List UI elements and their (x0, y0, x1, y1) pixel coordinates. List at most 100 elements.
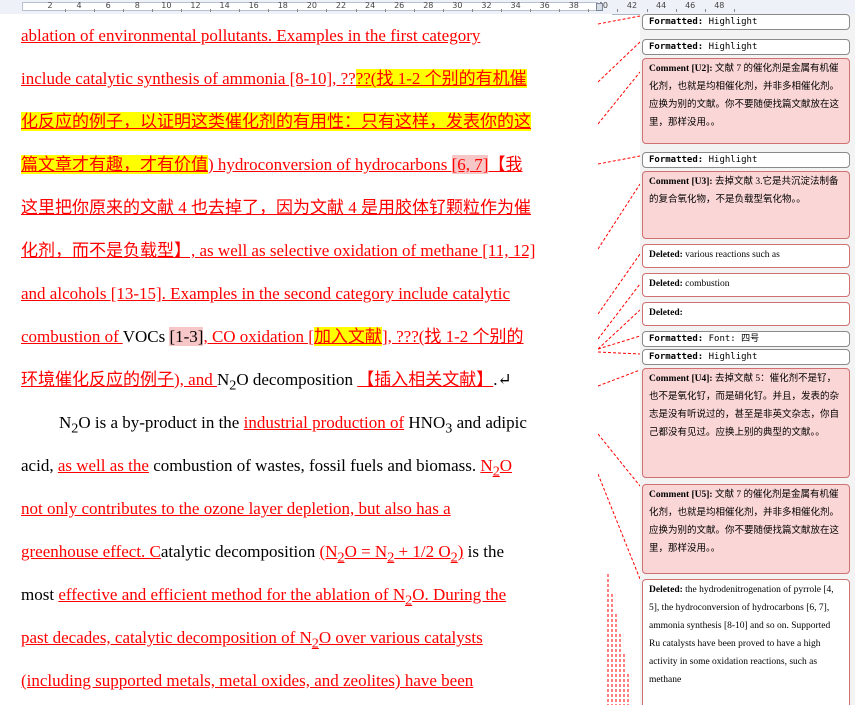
subscript: 2 (337, 549, 345, 566)
ruler-number: 14 (219, 1, 230, 10)
connector-line (598, 15, 640, 25)
inserted-text: as well as the (57, 456, 149, 475)
ruler-number: 32 (481, 1, 492, 10)
highlighted-text: 加入文献 (313, 327, 382, 346)
inserted-text: ) hydroconversion of hydrocarbons (208, 155, 452, 174)
ruler-number: 8 (134, 1, 140, 10)
ruler-number: 24 (365, 1, 376, 10)
ruler-tick (239, 9, 241, 12)
inserted-text: 【我 (488, 155, 523, 174)
subscript: 2 (311, 635, 319, 652)
document-line: and alcohols [13-15]. Examples in the se… (21, 272, 598, 315)
inserted-text: + 1/2 O (394, 542, 451, 561)
inserted-text: , CO oxidation [ (203, 327, 314, 346)
ruler-number: 10 (161, 1, 172, 10)
markup-connector-area (598, 15, 640, 705)
ruler-tick (64, 9, 66, 12)
ruler-tick (471, 9, 473, 12)
comment-balloon[interactable]: Comment [U3]: 去掉文献 3.它是共沉淀法制备的复合氧化物，不是负载… (642, 171, 850, 239)
original-text: N (216, 370, 230, 389)
document-line: include catalytic synthesis of ammonia [… (21, 57, 598, 100)
ruler-tick (122, 9, 124, 12)
markup-pane[interactable]: Formatted: Highlight Formatted: Highligh… (640, 14, 855, 705)
inserted-text: O. During the (412, 585, 507, 604)
inserted-text: O = N (344, 542, 388, 561)
connector-line (598, 155, 640, 165)
deletion-balloon[interactable]: Deleted: the hydrodenitrogenation of pyr… (642, 579, 850, 705)
ruler-tick (297, 9, 299, 12)
original-text: acid, (21, 456, 58, 475)
comment-anchor[interactable]: [6, 7] (451, 155, 489, 174)
inserted-text: and alcohols [13-15]. Examples in the se… (21, 284, 511, 303)
original-text: combustion of wastes, fossil fuels and b… (148, 456, 481, 475)
ruler-number: 46 (685, 1, 696, 10)
connector-line (598, 351, 640, 355)
inserted-text: O (499, 456, 513, 475)
document-line: combustion of VOCs [1-3], CO oxidation [… (21, 315, 598, 358)
highlighted-text: 化反应的例子，以证明这类催化剂的有用性：只有这样，发表你的这 (21, 112, 531, 131)
inserted-text: 环境催化反应的例子), and (21, 370, 217, 389)
original-text: N (59, 413, 72, 432)
original-text: and adipic (452, 413, 527, 432)
subscript: 2 (450, 549, 458, 566)
document-line: acid, as well as the combustion of waste… (21, 444, 598, 487)
formatting-balloon[interactable]: Formatted: Highlight (642, 152, 850, 168)
connector-line (598, 71, 640, 125)
original-text: atalytic decomposition (160, 542, 320, 561)
document-line: greenhouse effect. Catalytic decompositi… (21, 530, 598, 573)
formatting-balloon[interactable]: Formatted: Highlight (642, 14, 850, 30)
ruler-number: 36 (539, 1, 550, 10)
inserted-text: ], ???(找 1-2 个别的 (381, 327, 524, 346)
document-line: 篇文章才有趣，才有价值) hydroconversion of hydrocar… (21, 143, 598, 186)
document-line: 环境催化反应的例子), and N2O decomposition 【插入相关文… (21, 358, 598, 401)
ruler-number: 20 (306, 1, 317, 10)
formatting-balloon[interactable]: Formatted: Highlight (642, 349, 850, 365)
paragraph-end: .↵ (493, 370, 512, 389)
ruler-tick (180, 9, 182, 12)
ruler-number: 22 (335, 1, 347, 10)
document-line: 化剂，而不是负载型】, as well as selective oxidati… (21, 229, 598, 272)
ruler-tick (93, 9, 95, 12)
ruler-tick (413, 9, 415, 12)
right-indent-marker[interactable] (596, 3, 603, 11)
document-line: 这里把你原来的文献 4 也去掉了，因为文献 4 是用胶体钌颗粒作为催 (21, 186, 598, 229)
comment-balloon[interactable]: Comment [U2]: 文献 7 的催化剂是金属有机催化剂，也就是均相催化剂… (642, 58, 850, 144)
deletion-balloon[interactable]: Deleted: (642, 302, 850, 326)
comment-balloon[interactable]: Comment [U4]: 去掉文献 5：催化剂不是钌，也不是氧化钌，而是硝化钌… (642, 368, 850, 478)
ruler-tick (442, 9, 444, 12)
document-body[interactable]: ablation of environmental pollutants. Ex… (21, 14, 598, 702)
ruler-number: 48 (714, 1, 725, 10)
connector-line (598, 433, 640, 487)
comment-anchor[interactable]: [1-3] (169, 327, 204, 346)
connector-line (598, 183, 640, 250)
horizontal-ruler[interactable]: 2468101214161820222426283032343638404244… (0, 0, 855, 15)
formatting-balloon[interactable]: Formatted: Font: 四号 (642, 331, 850, 347)
ruler-number: 42 (626, 1, 638, 10)
original-text: O is a by-product in the (78, 413, 244, 432)
inserted-text: 这里把你原来的文献 4 也去掉了，因为文献 4 是用胶体钌颗粒作为催 (21, 198, 531, 217)
ruler-tick (733, 9, 735, 12)
ruler-tick (530, 9, 532, 12)
ruler-number: 26 (394, 1, 405, 10)
original-text: HNO (404, 413, 446, 432)
ruler-tick (588, 9, 590, 12)
inserted-text: (including supported metals, metal oxide… (21, 671, 474, 690)
highlighted-text: ??(找 1-2 个别的有机催 (355, 69, 527, 88)
document-line: past decades, catalytic decomposition of… (21, 616, 598, 659)
ruler-tick (326, 9, 328, 12)
ruler-number: 30 (452, 1, 463, 10)
document-page[interactable]: ablation of environmental pollutants. Ex… (0, 14, 612, 705)
deletion-balloon[interactable]: Deleted: various reactions such as (642, 244, 850, 268)
original-text: most (21, 585, 59, 604)
ruler-number: 44 (656, 1, 667, 10)
document-line: 化反应的例子，以证明这类催化剂的有用性：只有这样，发表你的这 (21, 100, 598, 143)
inserted-text: N (480, 456, 493, 475)
comment-balloon[interactable]: Comment [U5]: 文献 7 的催化剂是金属有机催化剂，也就是均相催化剂… (642, 484, 850, 574)
connector-line (598, 369, 640, 387)
inserted-text: (N (319, 542, 338, 561)
deletion-balloon[interactable]: Deleted: combustion (642, 273, 850, 297)
ruler-tick (151, 9, 153, 12)
ruler-tick (355, 9, 357, 12)
inserted-text: ablation of environmental pollutants. Ex… (21, 26, 481, 45)
formatting-balloon[interactable]: Formatted: Highlight (642, 39, 850, 55)
